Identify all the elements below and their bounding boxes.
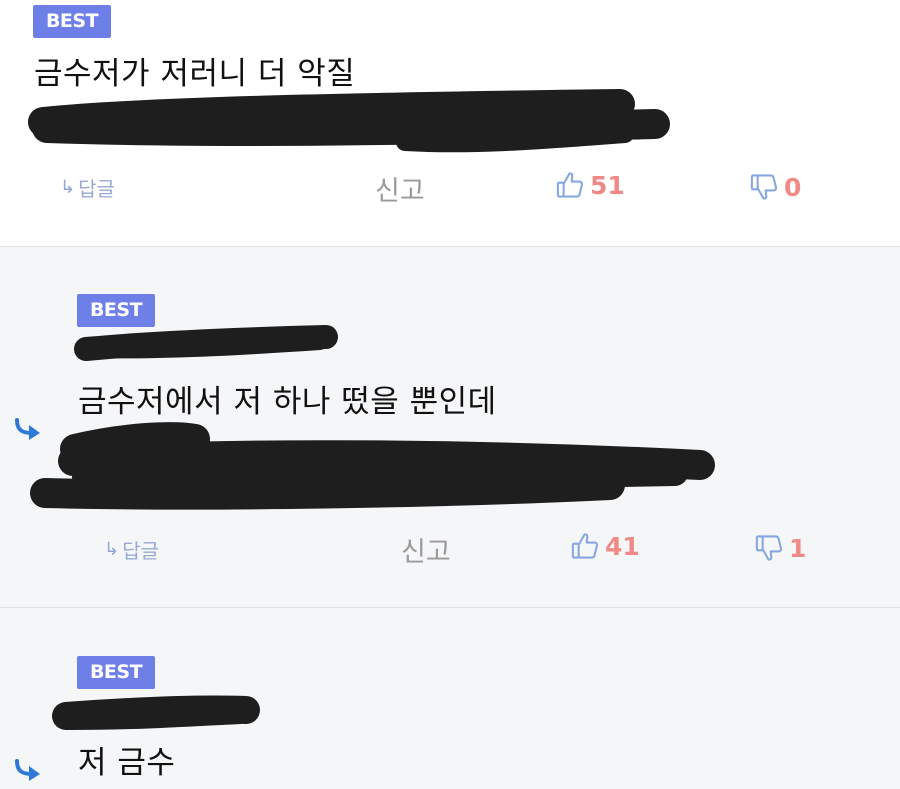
- thumbs-down-icon: [750, 174, 778, 200]
- comment-text: 금수저에서 저 하나 떴을 뿐인데: [78, 384, 497, 420]
- like-count: 41: [605, 531, 640, 561]
- comment-text: 금수저가 저러니 더 악질: [34, 56, 356, 92]
- reply-label: 답글: [78, 177, 115, 201]
- reply-arrow-icon: ↳: [104, 539, 120, 560]
- like-button[interactable]: 51: [556, 170, 625, 200]
- best-badge: BEST: [77, 656, 155, 689]
- comment-3: BEST 저 금수: [0, 608, 900, 789]
- redaction-scribble: [30, 422, 715, 510]
- redaction-scribble: [28, 89, 670, 153]
- reply-button[interactable]: ↳ 답글: [104, 535, 159, 564]
- dislike-count: 1: [789, 533, 807, 563]
- dislike-button[interactable]: 1: [755, 533, 806, 563]
- reply-button[interactable]: ↳ 답글: [60, 173, 115, 202]
- thumbs-up-icon: [556, 172, 584, 198]
- like-count: 51: [590, 170, 625, 200]
- redaction-scribble: [52, 695, 260, 730]
- thumbs-down-icon: [755, 535, 783, 561]
- best-badge: BEST: [77, 294, 155, 327]
- comment-1: BEST 금수저가 저러니 더 악질 ↳ 답글 신고 51 0: [0, 0, 900, 246]
- reply-label: 답글: [122, 539, 159, 563]
- dislike-count: 0: [784, 172, 802, 202]
- dislike-button[interactable]: 0: [750, 172, 801, 202]
- thumbs-up-icon: [571, 533, 599, 559]
- comment-text: 저 금수: [78, 745, 176, 781]
- report-button[interactable]: 신고: [375, 169, 425, 208]
- like-button[interactable]: 41: [571, 531, 640, 561]
- redaction-scribble: [74, 325, 338, 361]
- reply-arrow-icon: ↳: [60, 177, 76, 198]
- report-button[interactable]: 신고: [401, 530, 451, 569]
- best-badge: BEST: [33, 5, 111, 38]
- comment-2: BEST 금수저에서 저 하나 떴을 뿐인데 ↳ 답글 신고 41 1: [0, 247, 900, 607]
- nested-reply-arrow-icon: [15, 759, 40, 781]
